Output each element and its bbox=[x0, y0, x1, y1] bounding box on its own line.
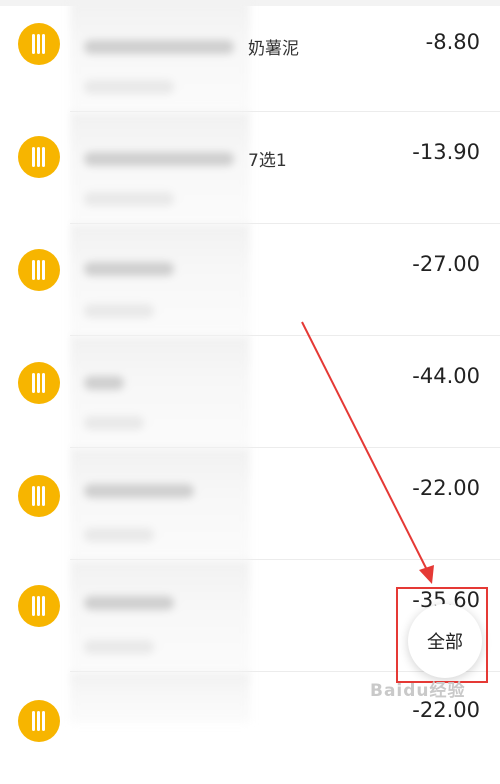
watermark: Baidu经验 bbox=[370, 681, 466, 701]
annotation-highlight-box bbox=[396, 587, 488, 683]
